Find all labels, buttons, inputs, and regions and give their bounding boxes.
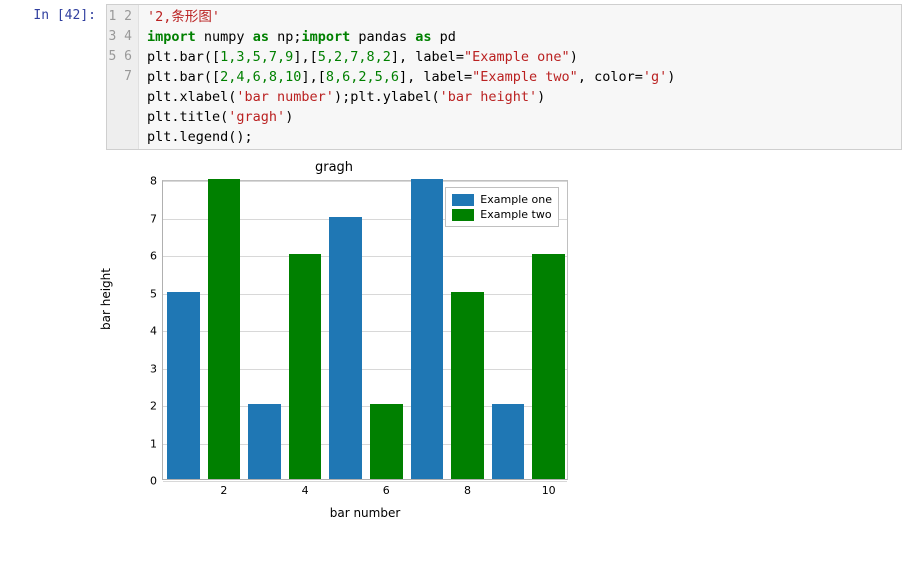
bar-rect	[248, 404, 280, 479]
output-area: gragh bar height bar number 012345678246…	[100, 154, 908, 522]
x-tick-label: 4	[302, 484, 309, 497]
x-tick-label: 2	[220, 484, 227, 497]
chart-title: gragh	[100, 160, 568, 175]
bar-rect	[289, 254, 321, 479]
bar-rect	[208, 179, 240, 479]
bar-rect	[329, 217, 361, 480]
bar-rect	[532, 254, 564, 479]
code-content[interactable]: '2,条形图' import numpy as np;import pandas…	[139, 5, 901, 149]
y-tick-label: 5	[135, 287, 157, 300]
y-tick-label: 4	[135, 325, 157, 338]
plot-area: 012345678246810 Example one Example two	[162, 180, 568, 480]
y-tick-label: 3	[135, 362, 157, 375]
bar-rect	[167, 292, 199, 480]
legend-swatch-icon	[452, 209, 474, 221]
input-prompt: In [42]:	[6, 4, 106, 150]
bar-chart: gragh bar height bar number 012345678246…	[100, 160, 620, 522]
y-axis-label: bar height	[99, 268, 113, 330]
y-tick-label: 7	[135, 212, 157, 225]
legend-item: Example two	[452, 207, 552, 222]
grid-line	[163, 481, 567, 482]
x-tick-label: 6	[383, 484, 390, 497]
bar-rect	[451, 292, 483, 480]
y-tick-label: 2	[135, 400, 157, 413]
y-tick-label: 1	[135, 437, 157, 450]
legend-swatch-icon	[452, 194, 474, 206]
legend-label: Example two	[480, 208, 551, 221]
code-cell: In [42]: 1 2 3 4 5 6 7 '2,条形图' import nu…	[0, 0, 908, 154]
line-number-gutter: 1 2 3 4 5 6 7	[107, 5, 139, 149]
x-tick-label: 8	[464, 484, 471, 497]
bar-rect	[492, 404, 524, 479]
legend-label: Example one	[480, 193, 552, 206]
chart-legend: Example one Example two	[445, 187, 559, 227]
x-axis-label: bar number	[162, 506, 568, 520]
legend-item: Example one	[452, 192, 552, 207]
y-tick-label: 0	[135, 475, 157, 488]
y-tick-label: 6	[135, 250, 157, 263]
bar-rect	[411, 179, 443, 479]
code-area[interactable]: 1 2 3 4 5 6 7 '2,条形图' import numpy as np…	[106, 4, 902, 150]
x-tick-label: 10	[542, 484, 556, 497]
y-tick-label: 8	[135, 175, 157, 188]
bar-rect	[370, 404, 402, 479]
